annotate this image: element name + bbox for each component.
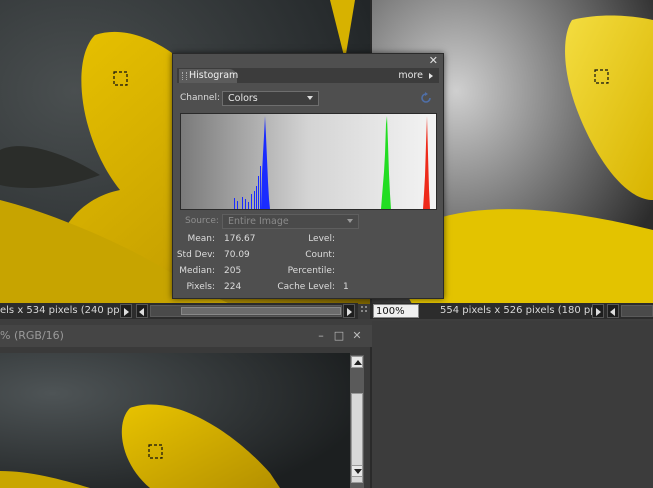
- cache-level-label: Cache Level:: [277, 282, 335, 292]
- source-label: Source:: [185, 216, 219, 226]
- close-icon[interactable]: ✕: [351, 330, 363, 342]
- scroll-down-button[interactable]: [351, 465, 363, 477]
- maximize-icon[interactable]: □: [333, 330, 345, 342]
- count-label: Count:: [305, 250, 335, 260]
- resize-grip-icon[interactable]: [360, 304, 370, 316]
- document-size-text: els x 534 pixels (240 ppi): [0, 305, 127, 316]
- mean-label: Mean:: [187, 234, 215, 244]
- document-bottom-left: [0, 353, 350, 488]
- median-value: 205: [224, 266, 242, 276]
- vertical-scrollbar[interactable]: [350, 355, 364, 488]
- zoom-field[interactable]: 100%: [373, 304, 419, 318]
- empty-workspace: [372, 321, 653, 488]
- chevron-right-icon: [429, 72, 433, 79]
- median-label: Median:: [179, 266, 215, 276]
- histogram-panel: ✕ Histogram more Channel: Colors Source:…: [172, 53, 444, 299]
- status-menu-arrow-icon[interactable]: [120, 304, 132, 318]
- tab-label: Histogram: [189, 70, 239, 81]
- horizontal-scrollbar[interactable]: [150, 305, 342, 317]
- grip-icon: [182, 72, 187, 80]
- mean-value: 176.67: [224, 234, 256, 244]
- histogram-graph: [180, 113, 437, 210]
- refresh-icon[interactable]: [419, 91, 433, 105]
- chevron-down-icon: [307, 96, 313, 100]
- document-size-text: 554 pixels x 526 pixels (180 ppi): [440, 305, 604, 316]
- level-label: Level:: [308, 234, 335, 244]
- channel-label: Channel:: [180, 93, 220, 103]
- tab-histogram[interactable]: Histogram: [179, 69, 239, 83]
- close-icon[interactable]: ✕: [429, 55, 438, 67]
- channel-select[interactable]: Colors: [222, 91, 319, 106]
- document-title-bar[interactable]: % (RGB/16) – □ ✕: [0, 325, 372, 347]
- more-label: more: [398, 70, 423, 81]
- status-bar-left: els x 534 pixels (240 ppi): [0, 303, 358, 319]
- channel-value: Colors: [228, 93, 258, 104]
- horizontal-scrollbar[interactable]: [621, 305, 653, 317]
- scroll-left-button[interactable]: [607, 304, 619, 318]
- minimize-icon[interactable]: –: [315, 330, 327, 342]
- std-dev-value: 70.09: [224, 250, 250, 260]
- histogram-svg: [181, 114, 436, 209]
- scroll-left-button[interactable]: [136, 304, 148, 318]
- pixels-label: Pixels:: [186, 282, 215, 292]
- scroll-up-button[interactable]: [351, 356, 363, 368]
- document-title: % (RGB/16): [0, 329, 64, 342]
- panel-tab-row: Histogram more: [177, 68, 439, 83]
- pixels-value: 224: [224, 282, 242, 292]
- scroll-right-button[interactable]: [343, 304, 355, 318]
- percentile-label: Percentile:: [287, 266, 335, 276]
- status-menu-arrow-icon[interactable]: [592, 304, 604, 318]
- source-select[interactable]: Entire Image: [222, 214, 359, 229]
- chevron-down-icon: [347, 219, 353, 223]
- more-menu-button[interactable]: more: [398, 69, 433, 82]
- status-bar-right: 100% 554 pixels x 526 pixels (180 ppi): [372, 303, 653, 319]
- scroll-thumb[interactable]: [181, 307, 341, 315]
- source-value: Entire Image: [228, 216, 289, 227]
- std-dev-label: Std Dev:: [176, 250, 215, 260]
- cache-level-value: 1: [343, 282, 349, 292]
